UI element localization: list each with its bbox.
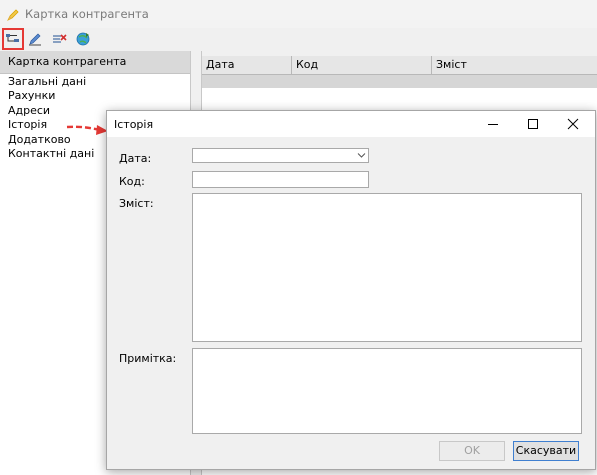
content-label: Зміст: [119,197,154,210]
toolbar [0,28,597,50]
annotation-arrow-icon [66,125,108,135]
main-window-title: Картка контрагента [25,7,149,21]
pencil-app-icon [7,9,19,21]
grid-selected-row[interactable] [202,75,597,88]
nav-item-contacts[interactable]: Контактні дані [8,147,94,160]
refresh-button[interactable] [73,29,93,49]
edit-button[interactable] [25,29,45,49]
dialog-title: Історія [114,118,154,131]
cancel-button[interactable]: Скасувати [513,441,579,461]
note-textarea[interactable] [192,348,582,434]
left-panel-header: Картка контрагента [0,51,190,74]
nav-item-history[interactable]: Історія [8,118,47,131]
note-label: Примітка: [119,352,177,365]
column-header-content[interactable]: Зміст [432,56,597,74]
refresh-globe-icon [76,32,90,46]
close-icon [567,118,579,130]
date-label: Дата: [119,152,152,165]
code-input[interactable] [192,171,369,188]
ok-button[interactable]: OK [439,441,505,461]
minimize-icon [488,124,498,125]
dialog-titlebar: Історія [107,111,595,137]
edit-pencil-icon [29,33,41,46]
close-button[interactable] [553,111,593,137]
maximize-button[interactable] [513,111,553,137]
content-textarea[interactable] [192,193,582,342]
code-label: Код: [119,175,145,188]
grid-header-row: Дата Код Зміст [202,56,597,75]
chevron-down-icon[interactable] [357,152,366,159]
history-dialog: Історія Дата: Код: Зміст: Примітка: OK С… [106,110,596,470]
nav-item-accounts[interactable]: Рахунки [8,89,55,102]
minimize-button[interactable] [473,111,513,137]
history-tree-button[interactable] [2,28,24,50]
main-window-titlebar: Картка контрагента [0,0,597,28]
nav-item-additional[interactable]: Додатково [8,133,71,146]
nav-item-addresses[interactable]: Адреси [8,104,50,117]
delete-record-icon [53,34,67,43]
nav-item-general[interactable]: Загальні дані [8,75,86,88]
maximize-icon [528,119,538,129]
delete-record-button[interactable] [49,29,69,49]
column-header-date[interactable]: Дата [202,56,292,74]
date-combobox[interactable] [192,148,369,163]
history-tree-icon [6,34,19,42]
column-header-code[interactable]: Код [292,56,432,74]
